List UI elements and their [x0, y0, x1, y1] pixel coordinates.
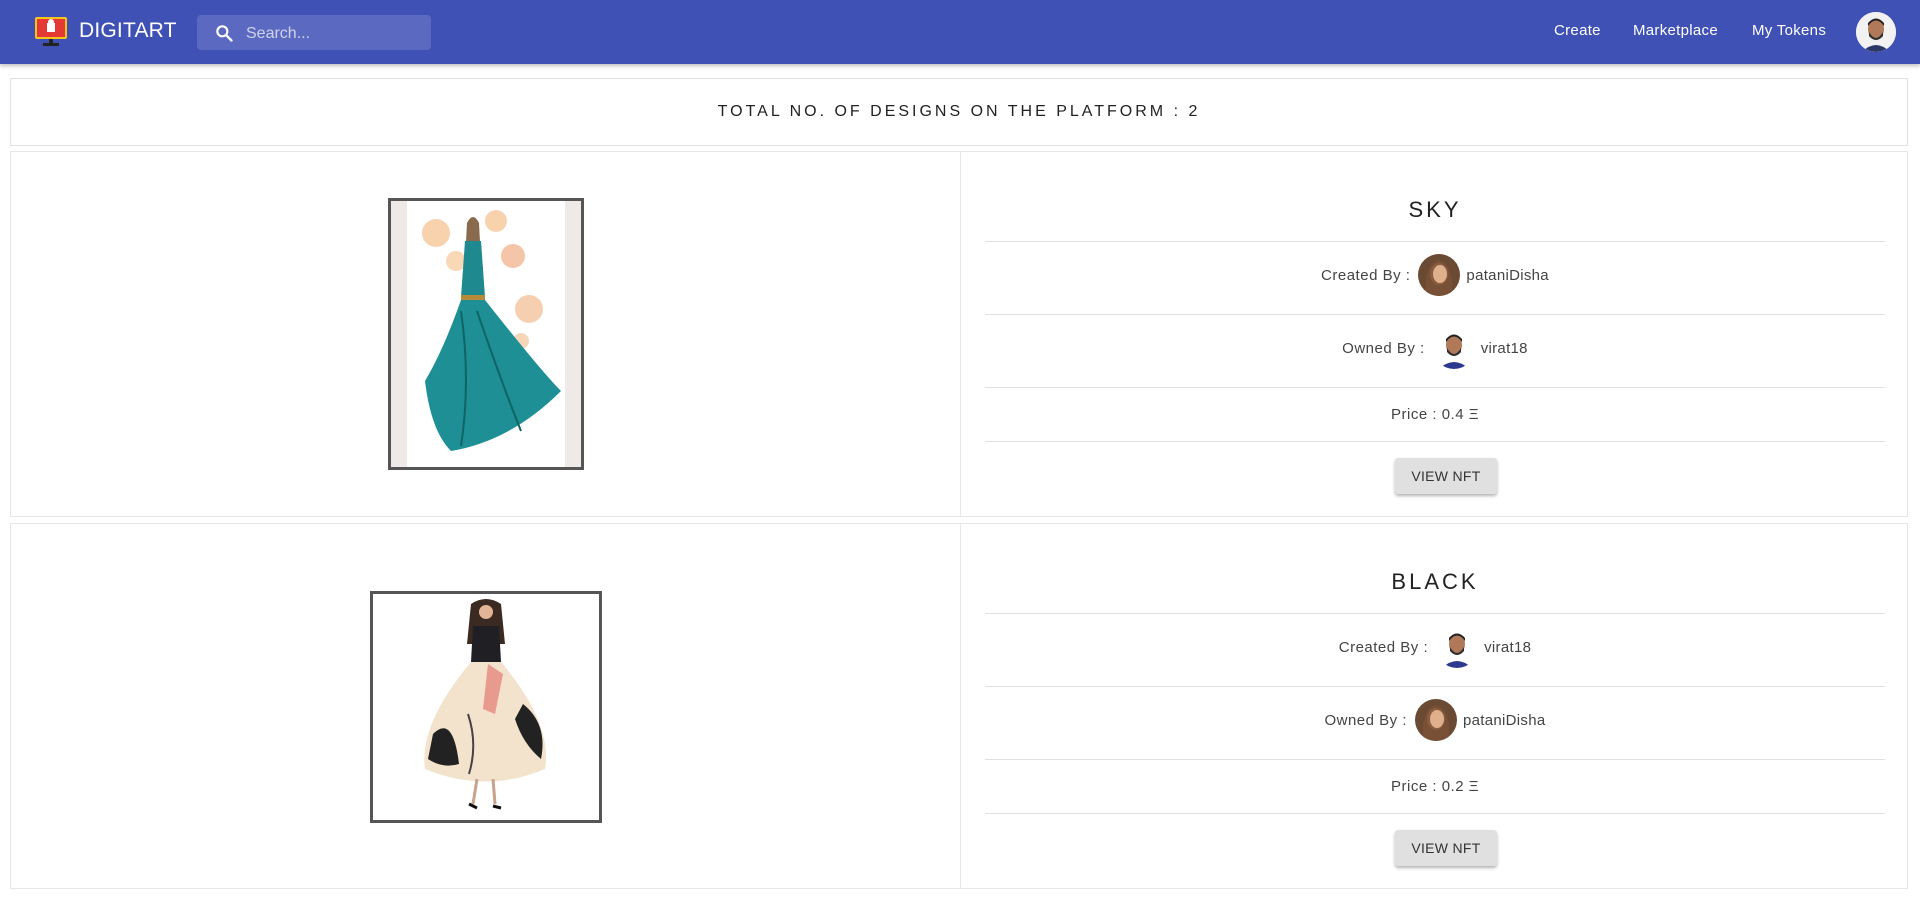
divider [985, 441, 1885, 442]
creator-username[interactable]: virat18 [1484, 639, 1531, 656]
view-nft-button[interactable]: VIEW NFT [1395, 458, 1497, 494]
owner-row: Owned By : pataniDisha [985, 698, 1885, 742]
price-row: Price : 0.4 Ξ [985, 392, 1885, 436]
owner-username[interactable]: pataniDisha [1463, 712, 1546, 729]
divider [985, 613, 1885, 614]
male-avatar-icon [1436, 626, 1479, 668]
teal-dress-illustration-icon [391, 201, 581, 467]
divider [985, 241, 1885, 242]
owner-avatar[interactable] [1432, 327, 1475, 369]
card-divider [960, 524, 961, 888]
brand-name[interactable]: DIGITART [79, 19, 177, 43]
nav-my-tokens[interactable]: My Tokens [1752, 22, 1826, 39]
creator-username[interactable]: pataniDisha [1466, 267, 1549, 284]
design-card: SKY Created By : pataniDisha Owned By : [10, 151, 1908, 517]
digitart-logo-icon[interactable] [34, 14, 68, 48]
search-input[interactable] [244, 15, 428, 52]
creator-row: Created By : virat18 [985, 625, 1885, 669]
design-card: BLACK Created By : virat18 Owned By : pa… [10, 523, 1908, 889]
app-bar: DIGITART Create Marketplace My Tokens [0, 0, 1920, 64]
divider [985, 314, 1885, 315]
female-avatar-icon [1418, 254, 1461, 296]
design-info: SKY Created By : pataniDisha Owned By : [985, 152, 1885, 516]
design-image-sky[interactable] [388, 198, 584, 470]
created-by-label: Created By : [1338, 638, 1429, 656]
female-avatar-icon [1415, 699, 1457, 741]
created-by-label: Created By : [1321, 266, 1411, 284]
creator-avatar[interactable] [1418, 254, 1461, 296]
owned-by-label: Owned By : [1324, 711, 1407, 729]
divider [985, 686, 1885, 687]
user-avatar[interactable] [1856, 12, 1896, 52]
price-row: Price : 0.2 Ξ [985, 764, 1885, 808]
divider [985, 387, 1885, 388]
owner-row: Owned By : virat18 [985, 326, 1885, 370]
price-text: Price : 0.2 Ξ [1391, 777, 1479, 795]
search-icon [216, 25, 233, 42]
design-title: BLACK [1391, 569, 1479, 594]
design-image-black[interactable] [370, 591, 602, 823]
nav-marketplace[interactable]: Marketplace [1633, 22, 1718, 39]
design-title: SKY [1408, 197, 1462, 222]
search-box[interactable] [197, 15, 431, 52]
total-designs-banner: TOTAL NO. OF DESIGNS ON THE PLATFORM : 2 [10, 78, 1908, 146]
divider [985, 759, 1885, 760]
creator-row: Created By : pataniDisha [985, 253, 1885, 297]
view-nft-button[interactable]: VIEW NFT [1395, 830, 1497, 866]
card-divider [960, 152, 961, 516]
male-avatar-icon [1856, 12, 1896, 52]
creator-avatar[interactable] [1436, 626, 1479, 668]
design-info: BLACK Created By : virat18 Owned By : pa… [985, 524, 1885, 888]
divider [985, 813, 1885, 814]
male-avatar-icon [1432, 327, 1475, 369]
nav-create[interactable]: Create [1554, 22, 1601, 39]
owner-username[interactable]: virat18 [1481, 340, 1528, 357]
owner-avatar[interactable] [1415, 699, 1457, 741]
black-dress-illustration-icon [373, 594, 599, 820]
owned-by-label: Owned By : [1342, 339, 1425, 357]
price-text: Price : 0.4 Ξ [1391, 405, 1479, 423]
